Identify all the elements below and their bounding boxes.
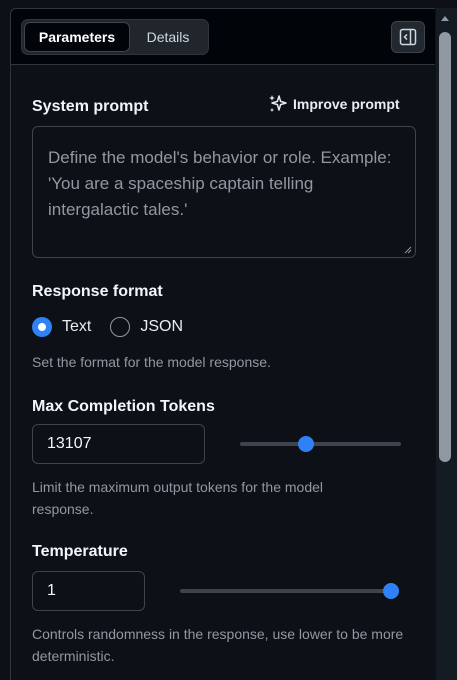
sidebar-collapse-icon xyxy=(399,28,417,46)
radio-text[interactable] xyxy=(32,317,52,337)
max-tokens-slider[interactable] xyxy=(240,436,401,452)
tab-parameters[interactable]: Parameters xyxy=(24,22,130,52)
response-format-help: Set the format for the model response. xyxy=(32,354,271,370)
parameters-panel: Parameters Details System prompt Improve… xyxy=(10,8,435,680)
panel-header: Parameters Details xyxy=(11,9,435,65)
temperature-input[interactable]: 1 xyxy=(32,571,145,611)
temperature-title: Temperature xyxy=(32,543,128,560)
radio-json-label: JSON xyxy=(140,318,184,335)
tab-details[interactable]: Details xyxy=(130,22,206,52)
max-tokens-input[interactable]: 13107 xyxy=(32,424,205,464)
temperature-slider[interactable] xyxy=(180,583,399,599)
max-tokens-value: 13107 xyxy=(47,435,92,452)
system-prompt-placeholder: Define the model's behavior or role. Exa… xyxy=(48,148,392,219)
panel-toggle-button[interactable] xyxy=(391,21,425,53)
sparkles-icon xyxy=(269,95,287,112)
improve-prompt-button[interactable]: Improve prompt xyxy=(267,93,400,115)
response-format-title: Response format xyxy=(32,283,163,300)
max-tokens-title: Max Completion Tokens xyxy=(32,398,215,415)
improve-prompt-label: Improve prompt xyxy=(293,96,400,112)
response-format-options: Text JSON xyxy=(32,317,183,337)
radio-json[interactable] xyxy=(110,317,131,337)
system-prompt-title: System prompt xyxy=(32,98,149,115)
temperature-value: 1 xyxy=(47,582,56,599)
scroll-up-arrow-icon[interactable] xyxy=(440,14,450,22)
resize-handle-icon[interactable] xyxy=(404,246,412,254)
system-prompt-textarea[interactable]: Define the model's behavior or role. Exa… xyxy=(32,126,416,258)
radio-text-label: Text xyxy=(62,318,92,335)
scrollbar-thumb[interactable] xyxy=(439,32,451,462)
temperature-help: Controls randomness in the response, use… xyxy=(32,626,404,664)
vertical-scrollbar[interactable] xyxy=(436,8,457,680)
temperature-slider-thumb[interactable] xyxy=(383,583,399,599)
max-tokens-slider-thumb[interactable] xyxy=(298,436,314,452)
max-tokens-help: Limit the maximum output tokens for the … xyxy=(32,479,324,517)
tab-switcher: Parameters Details xyxy=(21,19,209,55)
